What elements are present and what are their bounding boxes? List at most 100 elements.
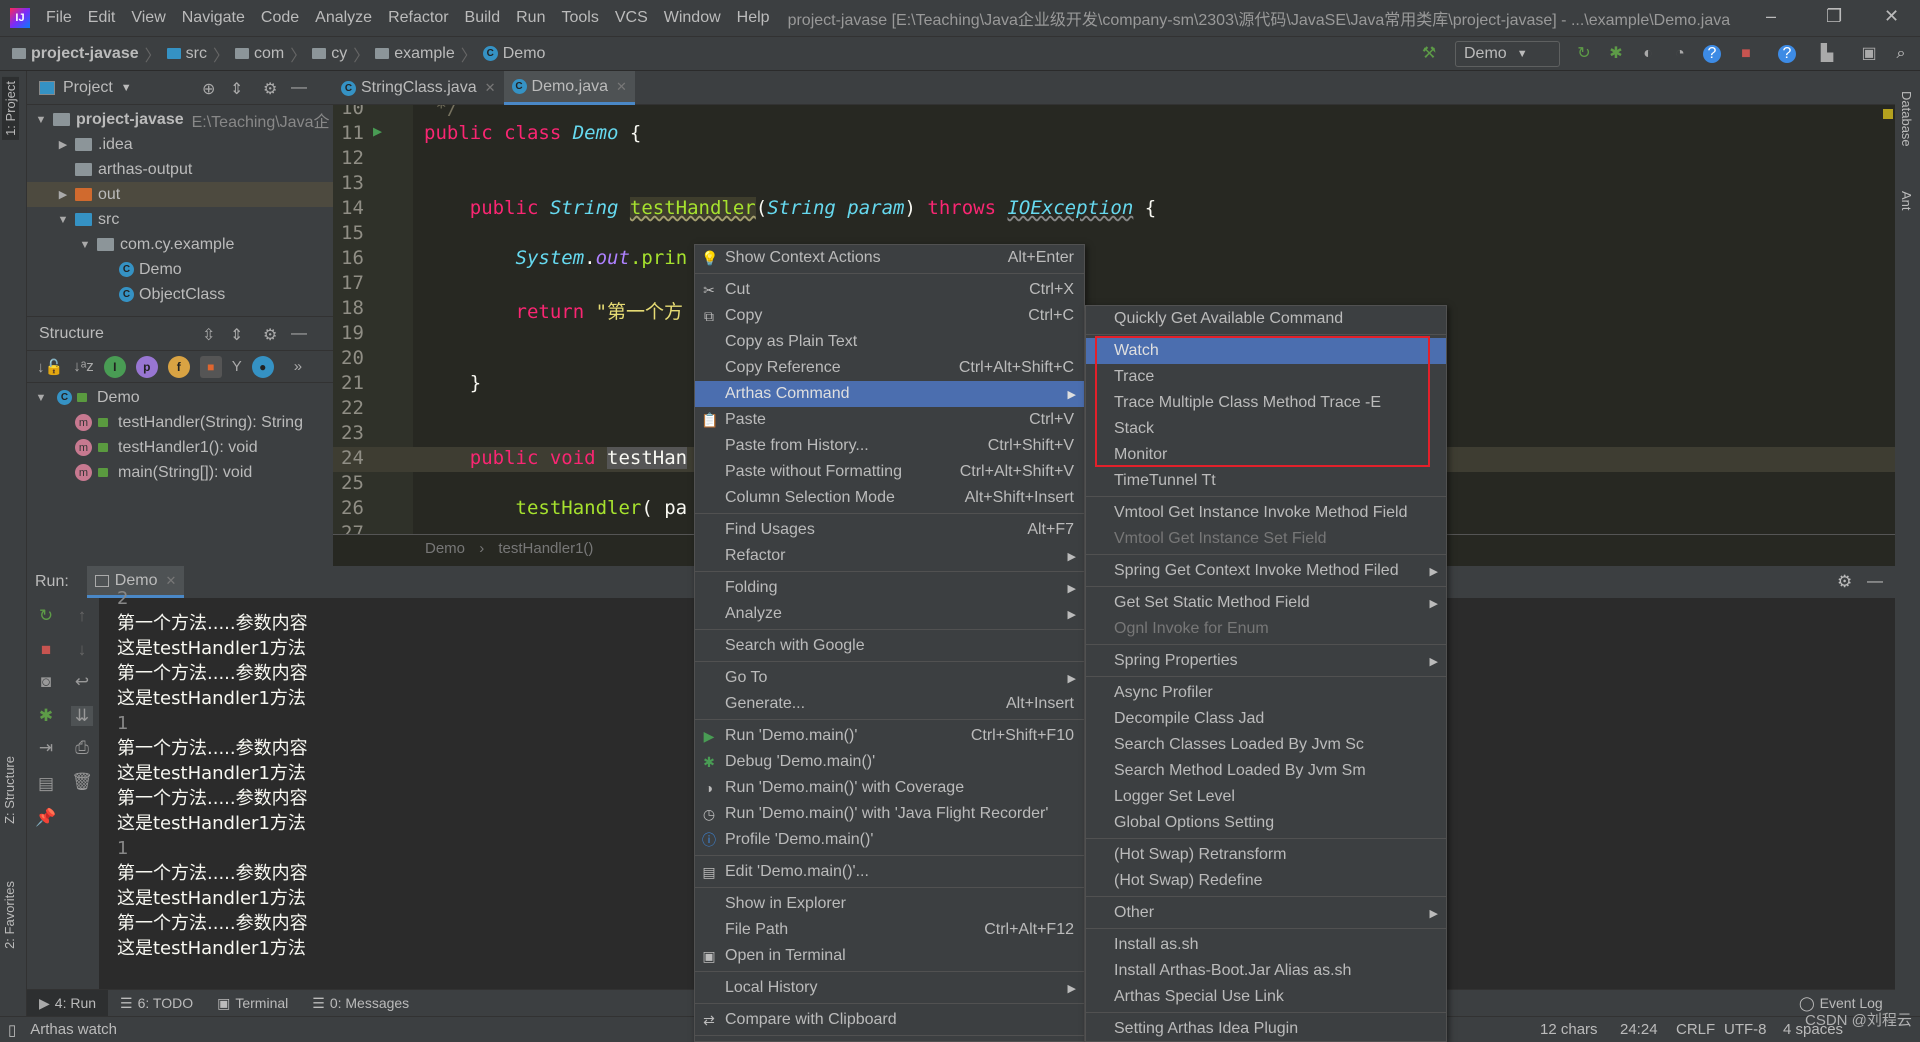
show-anonymous-icon[interactable]: ● bbox=[251, 355, 274, 378]
scroll-to-end-icon[interactable]: ⇊ bbox=[71, 706, 93, 726]
restore-icon[interactable]: ❐ bbox=[1826, 6, 1842, 27]
menu-item-other[interactable]: Other ▶ bbox=[1086, 900, 1446, 926]
chevron-down-icon[interactable]: ▼ bbox=[121, 82, 132, 94]
run-gutter-icon[interactable]: ▶ bbox=[373, 122, 382, 140]
menu-item-file-path[interactable]: File Path Ctrl+Alt+F12 bbox=[695, 917, 1084, 943]
menu-item-global-options-setting[interactable]: Global Options Setting bbox=[1086, 810, 1446, 836]
menu-item-spring-properties[interactable]: Spring Properties ▶ bbox=[1086, 648, 1446, 674]
soft-wrap-icon[interactable]: ↩ bbox=[71, 672, 93, 692]
menu-file[interactable]: File bbox=[38, 9, 80, 27]
collapse-all-icon[interactable]: ⇕ bbox=[230, 79, 243, 99]
project-tool-tab[interactable]: 1: Project bbox=[2, 77, 19, 140]
build-hammer-icon[interactable]: ⚒ bbox=[1420, 45, 1438, 63]
tree-item[interactable]: ▼ src bbox=[27, 207, 333, 232]
gear-icon[interactable]: ⚙ bbox=[263, 325, 277, 345]
menu-help[interactable]: Help bbox=[729, 9, 778, 27]
tab-messages[interactable]: ☰ 0: Messages bbox=[300, 990, 421, 1017]
caret-position[interactable]: 24:24 bbox=[1620, 1021, 1658, 1038]
breadcrumb-item[interactable]: cy 〉 bbox=[312, 42, 369, 66]
menu-item-arthas-command[interactable]: Arthas Command ▶ bbox=[695, 381, 1084, 407]
menu-item-local-history[interactable]: Local History ▶ bbox=[695, 975, 1084, 1001]
tree-item[interactable]: arthas-output bbox=[27, 157, 333, 182]
menu-item-refactor[interactable]: Refactor ▶ bbox=[695, 543, 1084, 569]
rerun-icon[interactable]: ↻ bbox=[35, 606, 57, 626]
minimize-icon[interactable]: – bbox=[1766, 6, 1776, 27]
menu-item-run-demo-main-with-java-flight-recorder[interactable]: ◷ Run 'Demo.main()' with 'Java Flight Rec… bbox=[695, 801, 1084, 827]
menu-item-generate[interactable]: Generate... Alt+Insert bbox=[695, 691, 1084, 717]
file-encoding[interactable]: UTF-8 bbox=[1724, 1021, 1767, 1038]
menu-item-async-profiler[interactable]: Async Profiler bbox=[1086, 680, 1446, 706]
menu-item-copy[interactable]: ⧉ Copy Ctrl+C bbox=[695, 303, 1084, 329]
exit-icon[interactable]: ⇥ bbox=[35, 738, 57, 758]
editor-tab[interactable]: C StringClass.java ✕ bbox=[333, 71, 504, 105]
menu-item-install-as-sh[interactable]: Install as.sh bbox=[1086, 932, 1446, 958]
expand-arrow-icon[interactable]: ▼ bbox=[33, 392, 49, 404]
rerun-icon[interactable]: ↻ bbox=[1575, 45, 1593, 63]
show-non-public-icon[interactable]: ■ bbox=[199, 355, 222, 378]
sort-alphabetically-icon[interactable]: ↓ᵃz bbox=[73, 358, 94, 375]
menu-item-analyze[interactable]: Analyze ▶ bbox=[695, 601, 1084, 627]
menu-item-show-context-actions[interactable]: 💡 Show Context Actions Alt+Enter bbox=[695, 245, 1084, 271]
sort-by-visibility-icon[interactable]: ↓🔓 bbox=[37, 358, 63, 376]
menu-item-decompile-class-jad[interactable]: Decompile Class Jad bbox=[1086, 706, 1446, 732]
down-icon[interactable]: ↓ bbox=[71, 640, 93, 660]
help-icon[interactable]: ? bbox=[1703, 45, 1721, 63]
menu-item-folding[interactable]: Folding ▶ bbox=[695, 575, 1084, 601]
show-inherited-icon[interactable]: I bbox=[103, 355, 126, 378]
locate-icon[interactable]: ⊕ bbox=[202, 79, 215, 99]
menu-item-find-usages[interactable]: Find Usages Alt+F7 bbox=[695, 517, 1084, 543]
ant-tool-tab[interactable]: Ant bbox=[1899, 191, 1914, 211]
coverage-icon[interactable]: ◐ bbox=[1639, 45, 1657, 63]
tab-terminal[interactable]: ▣ Terminal bbox=[205, 990, 300, 1017]
breadcrumb-item[interactable]: project-javase 〉 bbox=[12, 42, 161, 66]
menu-item-setting-arthas-idea-plugin[interactable]: Setting Arthas Idea Plugin bbox=[1086, 1016, 1446, 1041]
menu-item-edit-demo-main[interactable]: ▤ Edit 'Demo.main()'... bbox=[695, 859, 1084, 885]
editor-tab[interactable]: C Demo.java ✕ bbox=[503, 71, 635, 105]
menu-run[interactable]: Run bbox=[508, 9, 553, 27]
menu-item-vmtool-get-instance-invoke-method-field[interactable]: Vmtool Get Instance Invoke Method Field bbox=[1086, 500, 1446, 526]
menu-item-paste-from-history[interactable]: Paste from History... Ctrl+Shift+V bbox=[695, 433, 1084, 459]
menu-item-open-in-terminal[interactable]: ▣ Open in Terminal bbox=[695, 943, 1084, 969]
expand-arrow-icon[interactable]: ▼ bbox=[33, 114, 49, 126]
structure-member[interactable]: m testHandler1(): void bbox=[27, 435, 333, 460]
toggle-tool-windows-icon[interactable]: ▯ bbox=[8, 1021, 16, 1039]
menu-item-run-demo-main[interactable]: ▶ Run 'Demo.main()' Ctrl+Shift+F10 bbox=[695, 723, 1084, 749]
menu-item-paste[interactable]: 📋 Paste Ctrl+V bbox=[695, 407, 1084, 433]
menu-item-compare-with-clipboard[interactable]: ⇄ Compare with Clipboard bbox=[695, 1007, 1084, 1033]
presentation-icon[interactable]: ▣ bbox=[1860, 45, 1878, 63]
expand-arrow-icon[interactable]: ▼ bbox=[55, 214, 71, 226]
tree-item[interactable]: C Demo bbox=[27, 257, 333, 282]
tree-item[interactable]: ▼ com.cy.example bbox=[27, 232, 333, 257]
project-view-select[interactable]: Project bbox=[63, 79, 113, 97]
tree-item[interactable]: ▶ .idea bbox=[27, 132, 333, 157]
stop-icon[interactable]: ■ bbox=[1737, 45, 1755, 63]
close-tab-icon[interactable]: ✕ bbox=[616, 79, 627, 95]
menu-vcs[interactable]: VCS bbox=[607, 9, 656, 27]
layout-icon[interactable]: ▤ bbox=[35, 774, 57, 794]
debug-icon[interactable]: ✱ bbox=[35, 706, 57, 726]
show-properties-icon[interactable]: p bbox=[135, 355, 158, 378]
structure-tool-tab[interactable]: Z: Structure bbox=[2, 756, 17, 824]
menu-item-install-arthas-boot-jar-alias-as-sh[interactable]: Install Arthas-Boot.Jar Alias as.sh bbox=[1086, 958, 1446, 984]
breadcrumb-item[interactable]: example 〉 bbox=[375, 42, 477, 66]
menu-item-go-to[interactable]: Go To ▶ bbox=[695, 665, 1084, 691]
menu-window[interactable]: Window bbox=[656, 9, 729, 27]
menu-code[interactable]: Code bbox=[253, 9, 307, 27]
menu-item-search-classes-loaded-by-jvm-sc[interactable]: Search Classes Loaded By Jvm Sc bbox=[1086, 732, 1446, 758]
pin-icon[interactable]: 📌 bbox=[35, 808, 57, 828]
favorites-tool-tab[interactable]: 2: Favorites bbox=[2, 881, 17, 949]
menu-analyze[interactable]: Analyze bbox=[307, 9, 380, 27]
breadcrumb-item[interactable]: C Demo bbox=[482, 42, 545, 66]
line-separator[interactable]: CRLF bbox=[1676, 1021, 1715, 1038]
run-config-select[interactable]: Demo ▼ bbox=[1455, 41, 1560, 67]
menu-item-logger-set-level[interactable]: Logger Set Level bbox=[1086, 784, 1446, 810]
tab-todo[interactable]: ☰ 6: TODO bbox=[108, 990, 205, 1017]
print-icon[interactable]: ⎙ bbox=[71, 738, 93, 758]
project-structure-icon[interactable]: ▙ bbox=[1818, 45, 1836, 63]
menu-item-arthas-special-use-link[interactable]: Arthas Special Use Link bbox=[1086, 984, 1446, 1010]
expand-arrow-icon[interactable]: ▼ bbox=[77, 239, 93, 251]
debug-icon[interactable]: ✱ bbox=[1607, 45, 1625, 63]
menu-edit[interactable]: Edit bbox=[80, 9, 124, 27]
close-tab-icon[interactable]: ✕ bbox=[485, 80, 496, 96]
menu-item-run-demo-main-with-coverage[interactable]: ◑ Run 'Demo.main()' with Coverage bbox=[695, 775, 1084, 801]
